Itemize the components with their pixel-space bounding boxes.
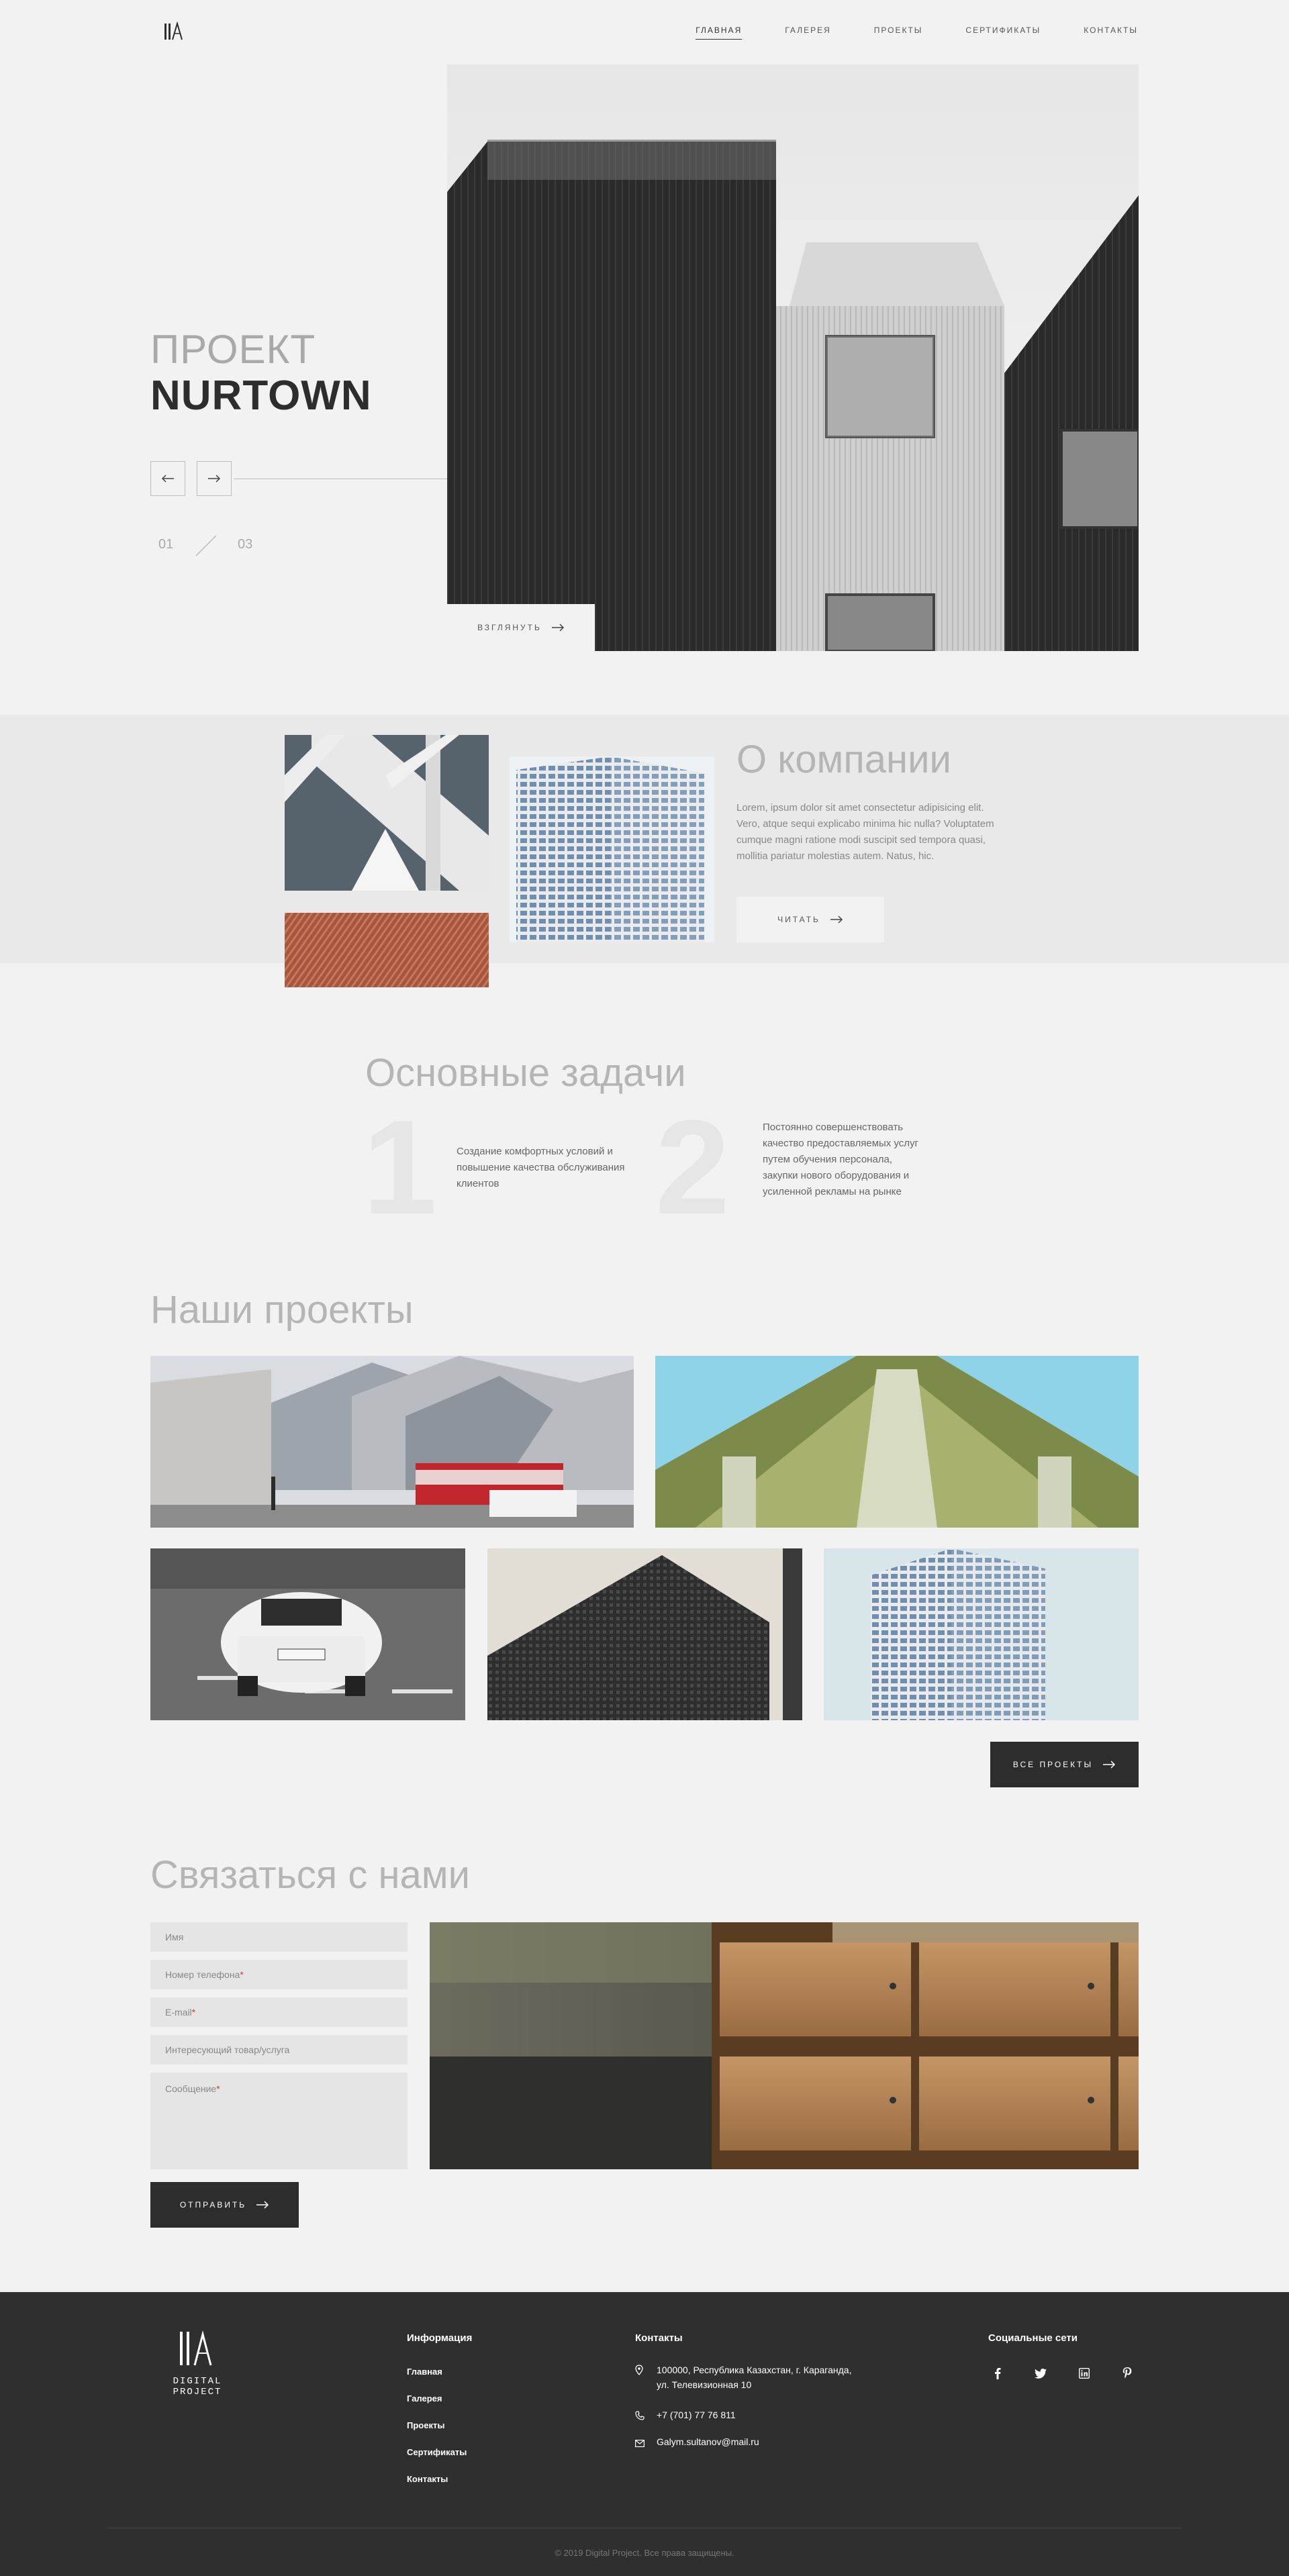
all-projects-label: Все проекты [1012,1760,1094,1769]
read-button-label: Читать [777,915,820,924]
footer-link-contacts[interactable]: Контакты [407,2474,448,2484]
about-image-texture [285,913,489,987]
project-card[interactable] [487,1548,802,1720]
required-mark: * [216,2083,220,2094]
required-mark: * [240,1969,244,1980]
mail-icon [635,2434,646,2451]
nav-contacts[interactable]: Контакты [1084,26,1138,40]
about-image-tower [510,756,714,942]
footer-phone[interactable]: +7 (701) 77 76 811 [635,2408,736,2424]
footer-phone-text: +7 (701) 77 76 811 [657,2410,736,2420]
name-field[interactable]: Имя [150,1922,408,1952]
footer-link-certificates[interactable]: Сертификаты [407,2447,467,2457]
tasks-title: Основные задачи [365,1051,686,1095]
about-image-architecture [285,735,489,891]
project-card[interactable] [150,1548,465,1720]
copyright: © 2019 Digital Project. Все права защище… [555,2548,734,2558]
arrow-right-icon [551,624,564,632]
footer-email[interactable]: Galym.sultanov@mail.ru [635,2434,759,2451]
hero-image [447,64,1139,651]
arrow-left-icon [161,475,174,483]
footer-logo-text: DIGITAL PROJECT [173,2376,222,2397]
hero-next-button[interactable] [197,461,232,496]
task-number: 1 [363,1093,438,1242]
email-field[interactable]: E-mail * [150,1997,408,2027]
task-text: Создание комфортных условий и повышение … [457,1146,625,1189]
contact-image [430,1922,1139,2169]
nav-home[interactable]: Главная [696,26,743,40]
phone-field[interactable]: Номер телефона * [150,1960,408,1989]
footer-contacts-title: Контакты [635,2332,683,2344]
projects-title: Наши проекты [150,1288,414,1332]
name-placeholder: Имя [165,1932,184,1942]
view-button[interactable]: Взглянуть [447,604,595,651]
phone-placeholder: Номер телефона [165,1969,240,1980]
location-pin-icon [635,2363,646,2392]
footer-address: 100000, Республика Казахстан, г. Караган… [635,2363,857,2392]
arrow-right-icon [1103,1761,1116,1769]
project-card[interactable] [824,1548,1139,1720]
task-text: Постоянно совершенствовать качество пред… [763,1122,919,1197]
pinterest-icon[interactable] [1119,2365,1135,2381]
read-button[interactable]: Читать [736,897,884,942]
slide-separator [195,534,218,557]
all-projects-button[interactable]: Все проекты [990,1742,1139,1787]
footer-email-text: Galym.sultanov@mail.ru [657,2436,759,2447]
footer-link-projects[interactable]: Проекты [407,2420,444,2430]
task-number: 2 [655,1093,730,1242]
nav-certificates[interactable]: Сертификаты [965,26,1041,40]
project-card[interactable] [655,1356,1139,1528]
linkedin-icon[interactable] [1076,2365,1092,2381]
email-placeholder: E-mail [165,2007,192,2018]
project-card[interactable] [150,1356,634,1528]
phone-icon [635,2408,646,2424]
product-field[interactable]: Интересующий товар/услуга [150,2035,408,2065]
footer-link-home[interactable]: Главная [407,2367,442,2377]
slide-total: 03 [238,537,253,552]
about-title: О компании [736,738,951,781]
arrow-right-icon [208,475,221,483]
send-button[interactable]: Отправить [150,2182,299,2228]
message-field[interactable]: Сообщение * [150,2073,408,2169]
main-nav: Главная Галерея Проекты Сертификаты Конт… [696,26,1138,40]
required-mark: * [191,2007,196,2018]
slide-current: 01 [158,537,174,552]
arrow-right-icon [256,2201,269,2209]
hero-prev-button[interactable] [150,461,185,496]
twitter-icon[interactable] [1033,2365,1049,2381]
footer-link-gallery[interactable]: Галерея [407,2393,442,2404]
footer-social-title: Социальные сети [988,2332,1078,2344]
about-text: Lorem, ipsum dolor sit amet consectetur … [736,802,994,862]
hero-title-line2: NURTOWN [150,373,372,419]
nav-gallery[interactable]: Галерея [785,26,831,40]
send-button-label: Отправить [179,2200,247,2210]
product-placeholder: Интересующий товар/услуга [165,2044,290,2055]
facebook-icon[interactable] [990,2365,1006,2381]
contact-title: Связаться с нами [150,1853,471,1897]
header-logo[interactable] [163,21,185,42]
footer-info-title: Информация [407,2332,473,2344]
nav-projects[interactable]: Проекты [874,26,923,40]
message-placeholder: Сообщение [165,2083,217,2094]
footer-logo[interactable]: DIGITAL PROJECT [150,2328,244,2397]
hero-title-line1: ПРОЕКТ [150,327,316,372]
arrow-right-icon [830,915,843,924]
footer-address-text: 100000, Республика Казахстан, г. Караган… [657,2365,852,2390]
view-button-label: Взглянуть [477,623,542,632]
